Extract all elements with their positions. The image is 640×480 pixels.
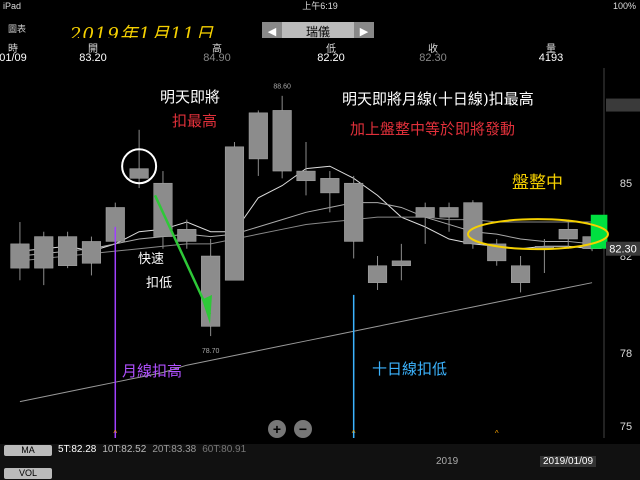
header-value-high: 84.90 — [203, 52, 231, 64]
header-value-volume: 4193 — [538, 52, 564, 64]
annotation-fast: 快速 — [138, 252, 165, 267]
annotation-koufei: 扣最高 — [172, 112, 218, 130]
high-point-label: 88.60 — [273, 84, 291, 91]
ma-values: 5T:82.28 10T:82.52 20T:83.38 60T:80.91 — [58, 444, 246, 455]
candle-body — [34, 236, 54, 269]
consolidation-ellipse — [467, 218, 609, 251]
ma-button[interactable]: MA — [4, 445, 52, 456]
ma20-value: 20T:83.38 — [152, 444, 197, 455]
candle-body — [439, 207, 459, 218]
year-label: 2019 — [436, 456, 459, 467]
nav-bar: 圖表 2019年1月11日 ◀ 瑞儀 ▶ — [0, 12, 640, 45]
zoom-out-button[interactable]: − — [294, 420, 312, 438]
annotation-ten-day: 十日線扣低 — [372, 360, 448, 378]
annotation-tomorrow: 明天即將 — [160, 88, 221, 106]
battery-level: 100% — [612, 1, 636, 11]
back-button[interactable]: 圖表 — [8, 22, 26, 35]
y-tick-label: 85 — [620, 178, 632, 190]
current-date-label: 2019/01/09 — [540, 456, 597, 467]
candle-body — [367, 265, 388, 283]
header-value-open: 83.20 — [79, 52, 107, 64]
zoom-controls: + − — [268, 420, 312, 438]
candle-body — [224, 146, 245, 281]
candle-body — [201, 255, 221, 327]
axis-marker: ^ — [352, 429, 356, 438]
vol-button[interactable]: VOL — [4, 468, 52, 479]
annotation-fast-low: 扣低 — [146, 276, 173, 291]
candle-body — [344, 182, 364, 242]
candle-body — [511, 265, 531, 283]
candle-body — [463, 202, 483, 245]
ma5-value: 5T:82.28 — [58, 444, 97, 455]
low-point-label: 78.70 — [202, 348, 220, 355]
ma10-value: 10T:82.52 — [102, 444, 147, 455]
annotation-consolidate: 盤整中 — [512, 173, 563, 193]
last-price-label: 82.30 — [609, 244, 637, 256]
annotation-right-line2: 加上盤整中等於即將發動 — [350, 120, 516, 138]
header-value-close: 82.30 — [419, 52, 447, 64]
candle-body — [81, 241, 101, 264]
candle-body — [391, 260, 411, 266]
y-tick-label: 78 — [620, 348, 632, 360]
status-bar: iPad 上午6:19 100% — [0, 0, 640, 12]
quote-header: 時 01/09 開 83.20 高 84.90 低 82.20 收 82.30 … — [0, 38, 640, 68]
candle-body — [296, 170, 316, 182]
candle-body — [129, 168, 149, 179]
ma60-value: 60T:80.91 — [202, 444, 247, 455]
zoom-in-button[interactable]: + — [268, 420, 286, 438]
axis-marker: ^ — [113, 429, 117, 438]
candle-body — [415, 207, 435, 218]
candle-body — [320, 178, 340, 194]
annotation-monthly: 月線扣高 — [122, 362, 183, 380]
ma-line-60T — [19, 282, 593, 403]
candlestick-chart[interactable]: 7578828588.282.3088.6078.70^^^ — [0, 68, 640, 444]
annotation-right-line1: 明天即將月線(十日線)扣最高 — [342, 90, 534, 108]
clock: 上午6:19 — [302, 1, 338, 11]
header-value-time: 01/09 — [0, 52, 27, 64]
high-price-tag — [606, 98, 640, 112]
header-value-low: 82.20 — [317, 52, 345, 64]
candle-body — [58, 236, 78, 266]
candle-body — [272, 110, 292, 172]
candle-body — [10, 243, 30, 269]
candle-body — [248, 112, 268, 160]
axis-marker: ^ — [495, 429, 499, 438]
candle-body — [177, 229, 197, 242]
candle-body — [558, 229, 578, 240]
y-tick-label: 75 — [620, 421, 632, 433]
